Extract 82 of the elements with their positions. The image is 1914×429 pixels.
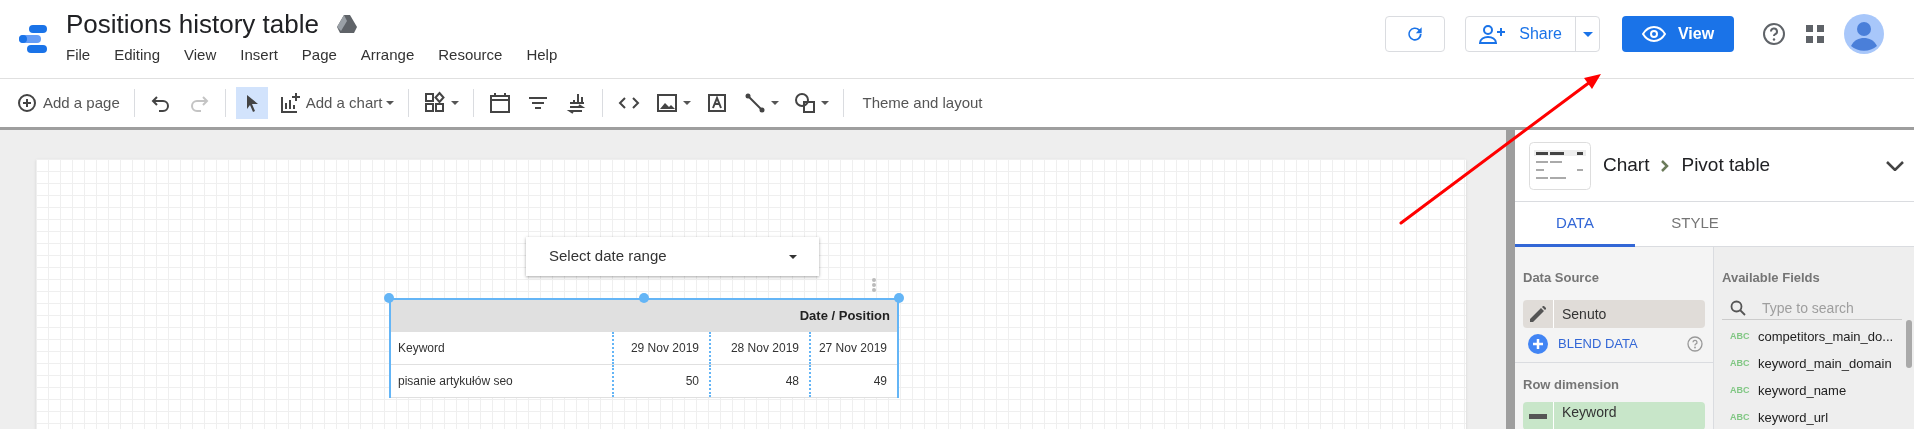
blend-data-link[interactable]: BLEND DATA [1558, 333, 1687, 354]
view-button[interactable]: View [1622, 16, 1734, 52]
shapes-icon [793, 91, 818, 115]
refresh-button[interactable] [1385, 16, 1446, 52]
section-heading: Available Fields [1722, 269, 1821, 287]
avatar-icon[interactable] [1844, 14, 1884, 54]
controls-icon [423, 91, 448, 115]
table-cell: 49 [809, 365, 897, 397]
column-header: 27 Nov 2019 [809, 332, 897, 364]
field-item[interactable]: ABC keyword_main_domain [1722, 350, 1892, 378]
breadcrumb-chart-type[interactable]: Pivot table [1681, 151, 1771, 180]
caret-icon [386, 101, 395, 105]
calendar-icon [488, 91, 513, 115]
breadcrumb-chart[interactable]: Chart [1603, 151, 1650, 180]
search-input[interactable]: Type to search [1762, 297, 1892, 319]
field-item[interactable]: ABC keyword_name [1722, 377, 1847, 405]
toolbar-theme-button[interactable]: Theme and layout [854, 87, 991, 119]
add-circle-icon [15, 91, 39, 115]
caret-icon [789, 254, 797, 259]
section-heading: Data Source [1523, 269, 1600, 287]
caret-icon [771, 101, 780, 105]
data-source-chip[interactable]: Senuto [1523, 299, 1705, 328]
help-icon[interactable] [1762, 22, 1786, 46]
field-item[interactable]: ABC competitors_main_do... [1722, 323, 1894, 351]
caret-icon [1582, 31, 1593, 37]
report-title[interactable]: Positions history table [66, 6, 319, 42]
field-type-label: ABC [1730, 357, 1751, 371]
add-circle-icon [1528, 333, 1548, 354]
menu-item[interactable]: Resource [438, 44, 503, 67]
field-name: keyword_url [1758, 409, 1829, 428]
table-cell: 50 [612, 365, 709, 397]
table-cell-text: pisanie artykułów seo [397, 373, 514, 390]
field-name: competitors_main_do... [1758, 328, 1894, 347]
caret-icon [451, 101, 460, 105]
field-name: keyword_name [1758, 382, 1847, 401]
date-range-label: Select date range [549, 246, 668, 267]
field-search[interactable]: Type to search [1722, 297, 1902, 320]
caret-icon [821, 101, 830, 105]
date-range-control[interactable]: Select date range [526, 237, 819, 276]
eye-icon [1641, 26, 1666, 42]
search-icon [1730, 300, 1746, 316]
drag-handle-icon[interactable] [871, 277, 877, 293]
menu-item[interactable]: File [66, 44, 91, 67]
menu-item[interactable]: Editing [114, 44, 161, 67]
toolbar-select-button[interactable] [235, 87, 268, 119]
field-type-label: ABC [1730, 384, 1751, 398]
table-cell: 48 [709, 365, 809, 397]
pivot-table-thumbnail-icon [1529, 141, 1591, 190]
column-header: Keyword [397, 340, 446, 357]
menu-item[interactable]: Page [301, 44, 337, 67]
dimension-chip[interactable]: Keyword [1523, 402, 1705, 429]
help-icon[interactable] [1687, 335, 1703, 352]
field-name: keyword_main_domain [1758, 355, 1892, 374]
chevron-right-icon [1661, 159, 1670, 172]
field-type-label: ABC [1730, 411, 1751, 425]
field-type-label: ABC [1730, 330, 1751, 344]
toolbar-add-chart-button[interactable]: Add a chart [273, 87, 399, 119]
field-type-icon [1529, 413, 1547, 419]
menu-item[interactable]: Insert [240, 44, 278, 67]
pivot-header: Date / Position [799, 307, 890, 326]
section-heading: Row dimension [1523, 375, 1621, 394]
resize-handle[interactable] [894, 293, 904, 303]
toolbar-add-page-button[interactable]: Add a page [11, 87, 124, 119]
add-person-icon [1479, 24, 1508, 44]
column-header: 29 Nov 2019 [612, 332, 709, 364]
resize-handle[interactable] [384, 293, 394, 303]
menu-item[interactable]: Help [526, 44, 558, 67]
pivot-table[interactable]: Date / Position Keyword 29 Nov 2019 28 Nov 2019 27 Nov 2019 pisanie artykułów seo 50 48 49 [389, 298, 899, 398]
resize-handle[interactable] [639, 293, 649, 303]
drive-icon [336, 15, 357, 33]
caret-icon [683, 101, 692, 105]
panel-tab[interactable]: STYLE [1635, 202, 1755, 247]
image-icon [655, 91, 680, 115]
menu-item[interactable]: Arrange [360, 44, 415, 67]
scrollbar-thumb[interactable] [1906, 320, 1912, 368]
pencil-icon [1530, 305, 1546, 322]
column-header: 28 Nov 2019 [709, 332, 809, 364]
field-item[interactable]: ABC keyword_url [1722, 404, 1829, 429]
menu-item[interactable]: View [184, 44, 217, 67]
chevron-down-icon[interactable] [1886, 160, 1904, 171]
apps-grid-icon[interactable] [1806, 25, 1824, 43]
share-button[interactable]: Share [1466, 17, 1575, 51]
